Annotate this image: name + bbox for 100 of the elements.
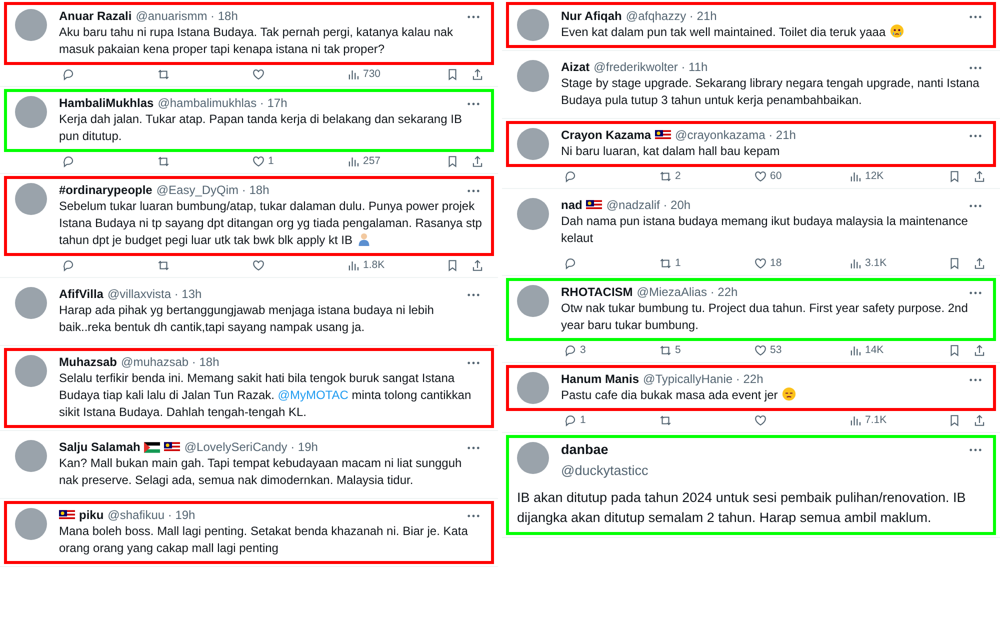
more-icon[interactable]	[467, 514, 480, 518]
bookmark-icon[interactable]	[948, 414, 961, 426]
more-icon[interactable]	[467, 446, 480, 450]
user-name[interactable]: nad	[561, 198, 582, 212]
speech-bubble-icon[interactable]	[564, 344, 577, 356]
person-emoji-icon	[356, 232, 371, 246]
bar-chart-icon[interactable]	[849, 344, 862, 356]
user-name[interactable]: danbae	[561, 442, 608, 457]
avatar[interactable]	[15, 287, 47, 319]
more-icon[interactable]	[969, 204, 982, 208]
handle-and-time: @anuarismm · 18h	[136, 9, 238, 23]
avatar[interactable]	[15, 183, 47, 215]
face-emoji-icon	[890, 24, 904, 38]
avatar[interactable]	[15, 9, 47, 41]
more-icon[interactable]	[969, 291, 982, 295]
share-icon[interactable]	[471, 154, 484, 168]
bar-chart-icon[interactable]	[347, 258, 360, 272]
heart-icon[interactable]	[754, 256, 767, 270]
repost-icon[interactable]	[659, 256, 672, 270]
bookmark-icon[interactable]	[948, 170, 961, 182]
speech-bubble-icon[interactable]	[62, 154, 75, 168]
bookmark-icon[interactable]	[948, 256, 961, 270]
bar-chart-icon[interactable]	[849, 414, 862, 426]
avatar[interactable]	[517, 60, 549, 92]
handle-and-time: @villaxvista · 13h	[107, 287, 202, 301]
heart-icon[interactable]	[754, 344, 767, 356]
heart-icon[interactable]	[754, 414, 767, 426]
more-icon[interactable]	[467, 15, 480, 19]
avatar[interactable]	[517, 285, 549, 317]
share-icon[interactable]	[471, 258, 484, 272]
user-name[interactable]: Salju Salamah	[59, 440, 140, 454]
more-icon[interactable]	[969, 378, 982, 382]
user-name[interactable]: #ordinarypeople	[59, 183, 152, 197]
user-name[interactable]: Hanum Manis	[561, 372, 640, 386]
user-name[interactable]: AfifVilla	[59, 287, 104, 301]
view-count: 257	[363, 155, 381, 167]
speech-bubble-icon[interactable]	[564, 414, 577, 426]
bar-chart-icon[interactable]	[347, 68, 360, 80]
user-name[interactable]: Aizat	[561, 60, 590, 74]
share-icon[interactable]	[973, 344, 986, 356]
avatar[interactable]	[517, 9, 549, 41]
more-icon[interactable]	[969, 66, 982, 70]
share-icon[interactable]	[973, 170, 986, 182]
user-name[interactable]: HambaliMukhlas	[59, 96, 154, 110]
repost-icon[interactable]	[157, 154, 170, 168]
user-name[interactable]: Anuar Razali	[59, 9, 132, 23]
share-icon[interactable]	[973, 256, 986, 270]
repost-icon[interactable]	[659, 344, 672, 356]
more-icon[interactable]	[969, 134, 982, 138]
user-name[interactable]: Nur Afiqah	[561, 9, 622, 23]
more-icon[interactable]	[467, 102, 480, 106]
view-count: 14K	[865, 344, 884, 356]
avatar[interactable]	[517, 128, 549, 160]
repost-icon[interactable]	[157, 258, 170, 272]
avatar[interactable]	[517, 198, 549, 230]
tweet-text: Ni baru luaran, kat dalam hall bau kepam	[561, 143, 781, 160]
handle-and-time: @MiezaAlias · 22h	[636, 285, 738, 299]
avatar[interactable]	[15, 96, 47, 128]
heart-icon[interactable]	[252, 154, 265, 168]
bookmark-icon[interactable]	[446, 258, 459, 272]
avatar[interactable]	[15, 508, 47, 540]
share-icon[interactable]	[973, 414, 986, 426]
tweet-text: Dah nama pun istana budaya memang ikut budaya malaysia la maintenance kelaut	[561, 213, 969, 247]
handle-and-time: @TypicallyHanie · 22h	[643, 372, 764, 386]
bar-chart-icon[interactable]	[849, 256, 862, 270]
like-count: 1	[268, 155, 274, 167]
bookmark-icon[interactable]	[948, 344, 961, 356]
more-icon[interactable]	[467, 361, 480, 365]
speech-bubble-icon[interactable]	[564, 170, 577, 182]
repost-icon[interactable]	[659, 170, 672, 182]
heart-icon[interactable]	[754, 170, 767, 182]
repost-icon[interactable]	[157, 68, 170, 80]
more-icon[interactable]	[969, 448, 982, 452]
user-name[interactable]: piku	[79, 508, 104, 522]
bar-chart-icon[interactable]	[347, 154, 360, 168]
bookmark-icon[interactable]	[446, 154, 459, 168]
more-icon[interactable]	[467, 293, 480, 297]
user-name[interactable]: Muhazsab	[59, 355, 118, 369]
share-icon[interactable]	[471, 68, 484, 80]
bar-chart-icon[interactable]	[849, 170, 862, 182]
heart-icon[interactable]	[252, 68, 265, 80]
speech-bubble-icon[interactable]	[564, 256, 577, 270]
repost-icon[interactable]	[659, 414, 672, 426]
tweet-text: Pastu cafe dia bukak masa ada event jer	[561, 387, 985, 404]
heart-icon[interactable]	[252, 258, 265, 272]
avatar[interactable]	[517, 442, 549, 474]
tweet-text: Mana boleh boss. Mall lagi penting. Setakat benda khazanah ni. Biar je. Kata orang orang yang cakap mall lagi penting	[59, 523, 469, 557]
flag-icon	[59, 510, 75, 520]
more-icon[interactable]	[969, 15, 982, 19]
bookmark-icon[interactable]	[446, 68, 459, 80]
more-icon[interactable]	[467, 189, 480, 193]
avatar[interactable]	[15, 355, 47, 387]
reply-count: 3	[580, 344, 586, 356]
avatar[interactable]	[517, 372, 549, 404]
speech-bubble-icon[interactable]	[62, 258, 75, 272]
like-count: 60	[770, 170, 782, 182]
user-name[interactable]: RHOTACISM	[561, 285, 633, 299]
avatar[interactable]	[15, 440, 47, 472]
user-name[interactable]: Crayon Kazama	[561, 128, 652, 142]
speech-bubble-icon[interactable]	[62, 68, 75, 80]
